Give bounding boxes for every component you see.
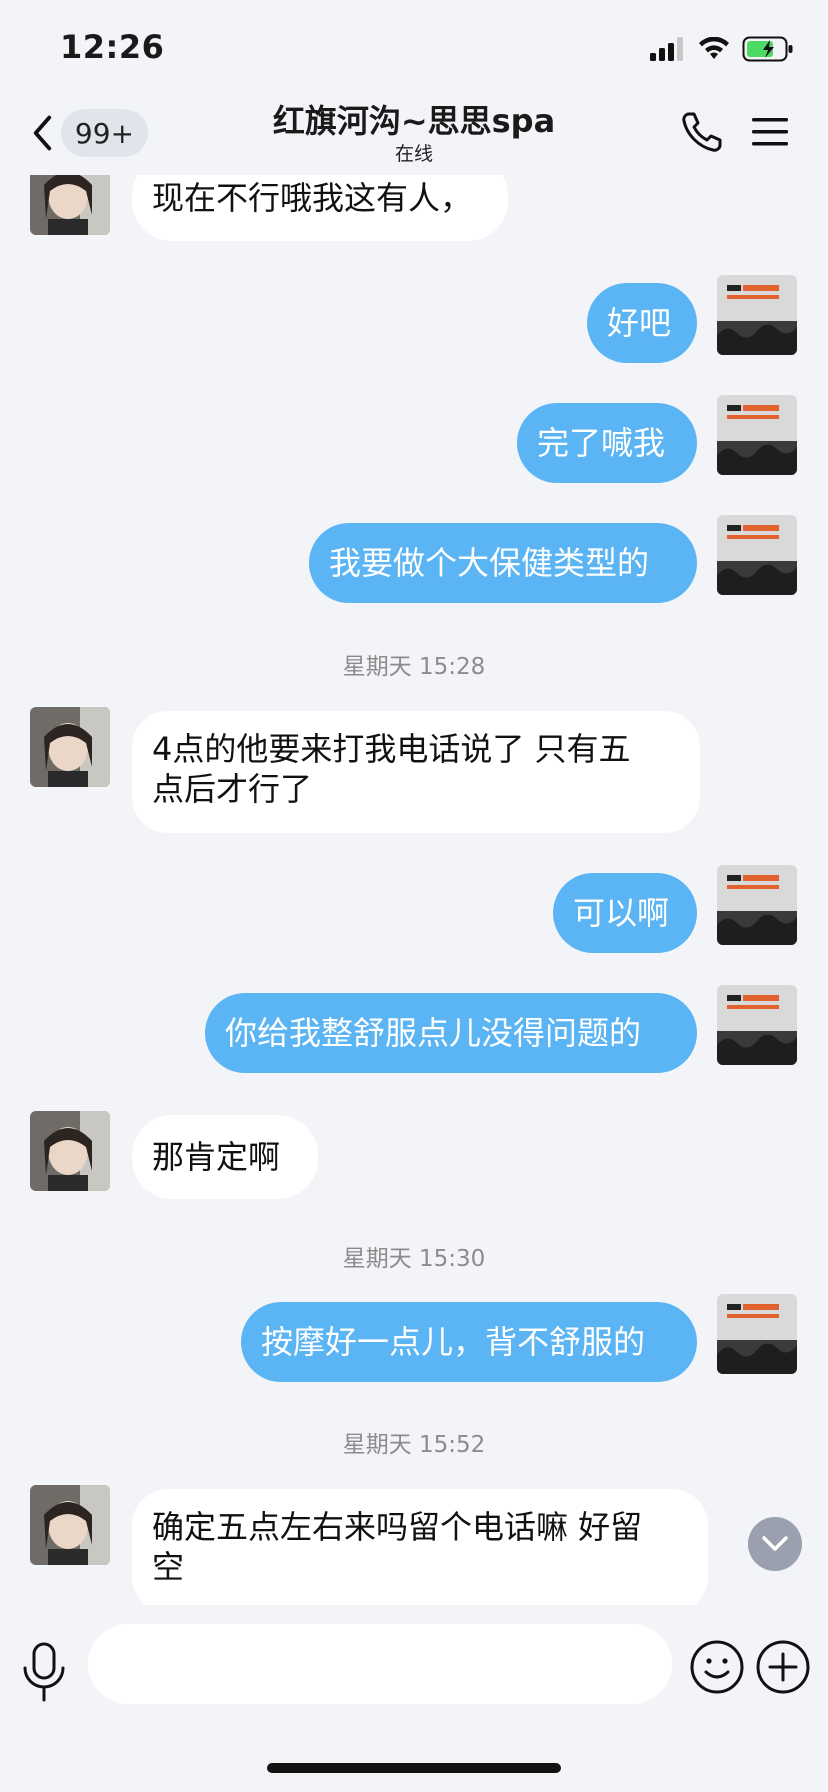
status-icons xyxy=(650,36,794,62)
message-bubble-outgoing[interactable]: 完了喊我 xyxy=(517,403,697,483)
message-bubble-outgoing[interactable]: 按摩好一点儿，背不舒服的 xyxy=(241,1302,697,1382)
add-attachment-icon[interactable] xyxy=(756,1640,810,1694)
woman-portrait-icon xyxy=(30,175,110,235)
status-time: 12:26 xyxy=(60,28,165,66)
message-bubble-outgoing[interactable]: 我要做个大保健类型的 xyxy=(309,523,697,603)
contact-avatar[interactable] xyxy=(30,1485,110,1565)
message-line: 确定五点左右来吗留个电话嘛 好留 xyxy=(152,1508,643,1546)
wifi-icon xyxy=(699,37,729,59)
my-avatar[interactable] xyxy=(717,395,797,475)
message-bubble-outgoing[interactable]: 你给我整舒服点儿没得问题的 xyxy=(205,993,697,1073)
woman-portrait-icon xyxy=(30,1485,110,1565)
my-avatar[interactable] xyxy=(717,1294,797,1374)
woman-portrait-icon xyxy=(30,1111,110,1191)
woman-portrait-icon xyxy=(30,707,110,787)
message-bubble-incoming[interactable]: 4点的他要来打我电话说了 只有五 点后才行了 xyxy=(132,711,700,833)
emoji-icon[interactable] xyxy=(690,1640,744,1694)
chat-title: 红旗河沟~思思spa xyxy=(272,102,556,140)
poster-thumbnail-icon xyxy=(717,985,797,1065)
chat-header: 99+ 红旗河沟~思思spa 在线 xyxy=(0,100,828,175)
unread-badge: 99+ xyxy=(60,109,148,157)
message-bubble-incoming[interactable]: 那肯定啊 xyxy=(132,1115,318,1199)
message-bubble-incoming[interactable]: 现在不行哦我这有人， xyxy=(132,175,508,241)
message-line: 4点的他要来打我电话说了 只有五 xyxy=(152,730,631,768)
phone-icon[interactable] xyxy=(680,110,724,154)
message-list[interactable]: 现在不行哦我这有人， 好吧 完了喊我 我要做个大保健类型的 星期天 15:28 … xyxy=(0,175,828,1605)
contact-avatar[interactable] xyxy=(30,1111,110,1191)
my-avatar[interactable] xyxy=(717,865,797,945)
poster-thumbnail-icon xyxy=(717,275,797,355)
poster-thumbnail-icon xyxy=(717,1294,797,1374)
online-status: 在线 xyxy=(394,143,433,165)
scroll-to-bottom-button[interactable] xyxy=(748,1517,802,1571)
chevron-down-icon xyxy=(762,1536,788,1551)
message-line: 点后才行了 xyxy=(152,770,313,808)
menu-icon[interactable] xyxy=(748,110,792,154)
contact-avatar[interactable] xyxy=(30,707,110,787)
my-avatar[interactable] xyxy=(717,275,797,355)
timestamp: 星期天 15:30 xyxy=(342,1246,486,1272)
status-bar: 12:26 xyxy=(0,0,828,100)
signal-icon xyxy=(650,37,683,61)
message-bubble-outgoing[interactable]: 可以啊 xyxy=(553,873,697,953)
chevron-left-icon xyxy=(33,115,52,151)
contact-avatar[interactable] xyxy=(30,175,110,235)
timestamp: 星期天 15:28 xyxy=(342,654,486,680)
microphone-icon[interactable] xyxy=(20,1642,68,1704)
poster-thumbnail-icon xyxy=(717,865,797,945)
battery-icon xyxy=(742,36,793,62)
my-avatar[interactable] xyxy=(717,515,797,595)
composer-bar xyxy=(0,1610,828,1720)
message-line: 空 xyxy=(152,1548,185,1586)
poster-thumbnail-icon xyxy=(717,515,797,595)
timestamp: 星期天 15:52 xyxy=(342,1432,486,1458)
chat-title-area[interactable]: 红旗河沟~思思spa 在线 xyxy=(200,100,628,166)
poster-thumbnail-icon xyxy=(717,395,797,475)
back-button[interactable]: 99+ xyxy=(28,108,148,158)
message-bubble-outgoing[interactable]: 好吧 xyxy=(587,283,697,363)
message-bubble-incoming[interactable]: 确定五点左右来吗留个电话嘛 好留 空 xyxy=(132,1489,708,1605)
my-avatar[interactable] xyxy=(717,985,797,1065)
home-indicator[interactable] xyxy=(267,1763,561,1773)
message-input[interactable] xyxy=(88,1624,672,1704)
